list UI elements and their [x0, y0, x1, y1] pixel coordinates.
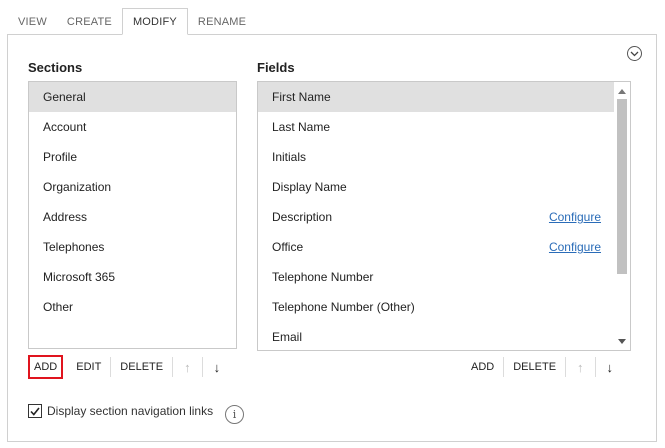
field-item-email[interactable]: Email	[258, 322, 614, 350]
configure-office-link[interactable]: Configure	[549, 232, 601, 262]
field-item-last-name[interactable]: Last Name	[258, 112, 614, 142]
section-delete-button[interactable]: DELETE	[111, 355, 172, 379]
section-item-microsoft-365[interactable]: Microsoft 365	[29, 262, 236, 292]
field-label: Email	[272, 330, 303, 344]
nav-links-checkbox[interactable]	[28, 404, 42, 418]
section-item-address[interactable]: Address	[29, 202, 236, 232]
field-move-down-icon[interactable]: ↓	[596, 355, 625, 379]
field-label: Telephone Number (Other)	[272, 300, 415, 314]
field-label: Telephone Number	[272, 270, 374, 284]
field-delete-button[interactable]: DELETE	[504, 355, 565, 379]
field-label: Initials	[272, 150, 307, 164]
info-icon[interactable]: i	[225, 405, 244, 424]
fields-list[interactable]: First Name Last Name Initials Display Na…	[257, 81, 631, 351]
field-label: Display Name	[272, 180, 347, 194]
section-item-other[interactable]: Other	[29, 292, 236, 322]
field-item-office[interactable]: Office Configure	[258, 232, 614, 262]
scroll-down-icon[interactable]	[618, 339, 626, 344]
fields-heading: Fields	[257, 60, 295, 75]
nav-links-label: Display section navigation links	[47, 404, 214, 418]
field-item-description[interactable]: Description Configure	[258, 202, 614, 232]
configure-description-link[interactable]: Configure	[549, 202, 601, 232]
section-edit-button[interactable]: EDIT	[67, 355, 110, 379]
field-label: Last Name	[272, 120, 331, 134]
sections-heading: Sections	[28, 60, 83, 75]
chevron-down-icon	[630, 51, 639, 56]
field-label: Description	[272, 210, 333, 224]
field-item-first-name[interactable]: First Name	[258, 82, 614, 112]
section-item-profile[interactable]: Profile	[29, 142, 236, 172]
sections-toolbar: ADD EDIT DELETE ↑ ↓	[28, 355, 231, 379]
tab-view[interactable]: VIEW	[8, 8, 57, 35]
section-item-telephones[interactable]: Telephones	[29, 232, 236, 262]
section-item-account[interactable]: Account	[29, 112, 236, 142]
checkmark-icon	[30, 407, 40, 416]
field-item-telephone-number-other[interactable]: Telephone Number (Other)	[258, 292, 614, 322]
tab-rename[interactable]: RENAME	[188, 8, 256, 35]
section-add-button[interactable]: ADD	[28, 355, 64, 379]
section-move-down-icon[interactable]: ↓	[203, 355, 232, 379]
scroll-up-icon[interactable]	[618, 89, 626, 94]
collapse-button[interactable]	[627, 46, 642, 61]
field-add-button[interactable]: ADD	[462, 355, 503, 379]
field-label: First Name	[272, 90, 331, 104]
tab-bar: VIEW CREATE MODIFY RENAME	[8, 8, 256, 35]
tab-create[interactable]: CREATE	[57, 8, 122, 35]
section-move-up-icon[interactable]: ↑	[173, 355, 202, 379]
scroll-thumb[interactable]	[617, 99, 627, 274]
sections-list[interactable]: General Account Profile Organization Add…	[28, 81, 237, 349]
fields-scrollbar[interactable]	[614, 82, 630, 350]
tab-modify[interactable]: MODIFY	[121, 8, 188, 35]
field-move-up-icon[interactable]: ↑	[566, 355, 595, 379]
section-item-general[interactable]: General	[29, 82, 236, 112]
section-item-organization[interactable]: Organization	[29, 172, 236, 202]
field-item-initials[interactable]: Initials	[258, 142, 614, 172]
field-item-telephone-number[interactable]: Telephone Number	[258, 262, 614, 292]
field-label: Office	[272, 240, 304, 254]
fields-toolbar: ADD DELETE ↑ ↓	[462, 355, 624, 379]
nav-links-option: Display section navigation links	[28, 404, 213, 418]
field-item-display-name[interactable]: Display Name	[258, 172, 614, 202]
